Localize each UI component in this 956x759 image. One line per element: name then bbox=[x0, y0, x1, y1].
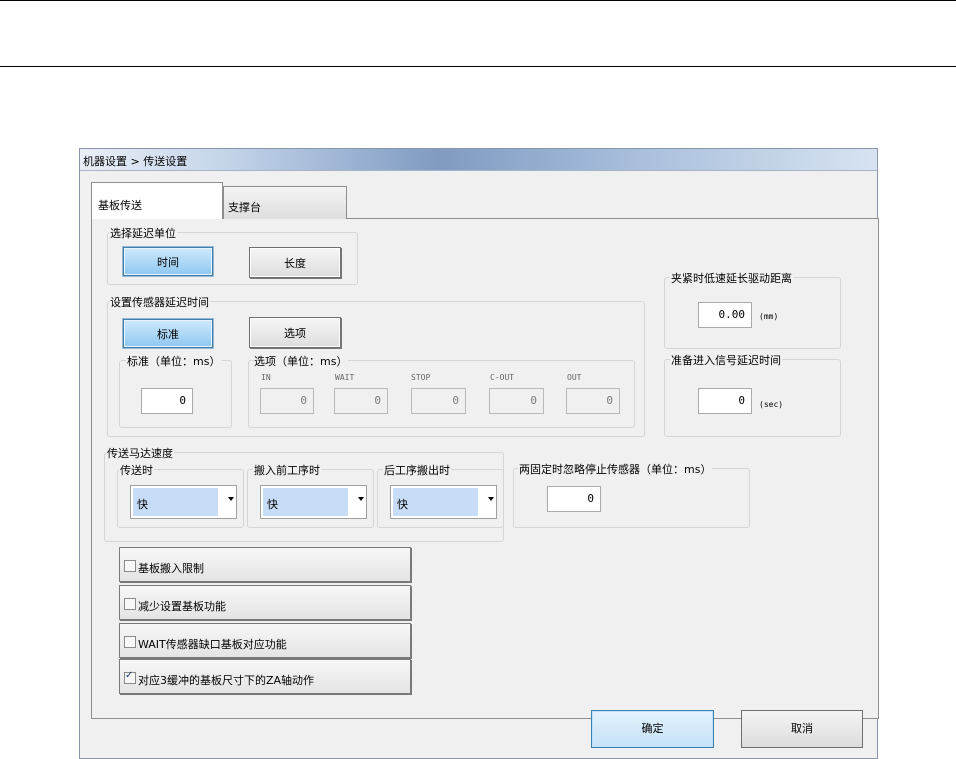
ready-signal-group: 准备进入信号延迟时间 0 (sec) bbox=[664, 352, 841, 437]
page-top-rule bbox=[0, 0, 956, 1]
clamp-distance-group: 夹紧时低速延长驱动距离 0.00 (mm) bbox=[664, 270, 841, 349]
ignore-stop-group: 两固定时忽略停止传感器（单位：ms） 0 bbox=[513, 461, 750, 528]
time-button-label: 时间 bbox=[157, 255, 179, 269]
option-stop-field: 0 bbox=[411, 388, 466, 414]
checkbox-row-reduce-setup[interactable]: 减少设置基板功能 bbox=[119, 585, 411, 620]
speed-transfer-value: 快 bbox=[137, 498, 148, 511]
option-wait-field: 0 bbox=[334, 388, 388, 414]
standard-subgroup-label: 标准（单位：ms） bbox=[126, 353, 222, 369]
option-subgroup: 选项（单位：ms） IN 0 WAIT 0 STOP 0 C-OUT 0 OUT… bbox=[248, 353, 635, 428]
tab-board-transfer[interactable]: 基板传送 bbox=[91, 182, 223, 219]
motor-speed-group: 传送马达速度 传送时 快 搬入前工序时 快 后工序搬出时 快 bbox=[104, 445, 504, 542]
tab-support-table-label: 支撑台 bbox=[228, 201, 261, 214]
ignore-stop-field[interactable]: 0 bbox=[547, 486, 601, 512]
tab-support-table[interactable]: 支撑台 bbox=[223, 186, 347, 219]
checkbox-wait-sensor[interactable] bbox=[124, 636, 136, 648]
speed-transfer-select[interactable]: 快 bbox=[130, 485, 237, 519]
standard-delay-field[interactable]: 0 bbox=[141, 388, 193, 414]
speed-after-label: 后工序搬出时 bbox=[383, 462, 451, 478]
checkbox-reduce-setup-label: 减少设置基板功能 bbox=[138, 600, 226, 613]
dialog-titlebar: 机器设置 > 传送设置 bbox=[80, 149, 877, 171]
checkbox-row-board-limit[interactable]: 基板搬入限制 bbox=[119, 547, 411, 582]
clamp-distance-field[interactable]: 0.00 bbox=[698, 302, 752, 328]
option-button[interactable]: 选项 bbox=[249, 317, 341, 348]
checkbox-za-axis[interactable] bbox=[124, 670, 136, 684]
speed-after-group: 后工序搬出时 快 bbox=[377, 462, 504, 528]
page-header-rule bbox=[0, 66, 956, 67]
speed-before-group: 搬入前工序时 快 bbox=[247, 462, 374, 528]
checkbox-board-limit[interactable] bbox=[124, 560, 136, 572]
checkbox-row-za-axis[interactable]: 对应3缓冲的基板尺寸下的ZA轴动作 bbox=[119, 659, 411, 694]
speed-before-label: 搬入前工序时 bbox=[253, 462, 321, 478]
checkbox-reduce-setup[interactable] bbox=[124, 598, 136, 610]
option-out-field: 0 bbox=[566, 388, 620, 414]
chevron-down-icon bbox=[358, 497, 364, 501]
option-cout-label: C-OUT bbox=[490, 373, 515, 382]
cancel-button-label: 取消 bbox=[791, 722, 813, 735]
standard-subgroup: 标准（单位：ms） 0 bbox=[119, 353, 232, 428]
ignore-stop-label: 两固定时忽略停止传感器（单位：ms） bbox=[518, 461, 713, 477]
delay-unit-group: 选择延迟单位 时间 长度 bbox=[107, 225, 358, 285]
checkbox-za-axis-label: 对应3缓冲的基板尺寸下的ZA轴动作 bbox=[138, 674, 315, 687]
option-stop-label: STOP bbox=[411, 373, 431, 382]
option-in-field: 0 bbox=[260, 388, 314, 414]
ready-signal-unit: (sec) bbox=[759, 400, 784, 409]
transfer-settings-dialog: 机器设置 > 传送设置 基板传送 支撑台 选择延迟单位 时间 长度 设置传感器延… bbox=[79, 148, 879, 759]
ready-signal-field[interactable]: 0 bbox=[698, 388, 752, 414]
time-button[interactable]: 时间 bbox=[123, 247, 213, 276]
checkbox-row-wait-sensor[interactable]: WAIT传感器缺口基板对应功能 bbox=[119, 623, 411, 658]
speed-transfer-label: 传送时 bbox=[119, 462, 154, 478]
length-button[interactable]: 长度 bbox=[249, 247, 341, 278]
ok-button-label: 确定 bbox=[641, 722, 664, 735]
option-subgroup-label: 选项（单位：ms） bbox=[253, 353, 349, 369]
speed-before-select[interactable]: 快 bbox=[260, 485, 367, 519]
option-out-label: OUT bbox=[567, 373, 582, 382]
speed-after-value: 快 bbox=[397, 498, 408, 511]
clamp-distance-label: 夹紧时低速延长驱动距离 bbox=[670, 270, 793, 286]
motor-speed-label: 传送马达速度 bbox=[106, 445, 174, 461]
chevron-down-icon bbox=[228, 497, 234, 501]
option-cout-field: 0 bbox=[489, 388, 544, 414]
dialog-title: 机器设置 > 传送设置 bbox=[83, 155, 188, 168]
delay-unit-label: 选择延迟单位 bbox=[109, 225, 177, 241]
checkbox-board-limit-label: 基板搬入限制 bbox=[138, 562, 204, 575]
option-wait-label: WAIT bbox=[335, 373, 355, 382]
length-button-label: 长度 bbox=[284, 256, 306, 270]
option-button-label: 选项 bbox=[284, 326, 306, 340]
cancel-button[interactable]: 取消 bbox=[741, 710, 863, 748]
tab-board-transfer-label: 基板传送 bbox=[98, 199, 142, 212]
standard-button-label: 标准 bbox=[157, 327, 179, 341]
chevron-down-icon bbox=[488, 497, 494, 501]
speed-transfer-group: 传送时 快 bbox=[117, 462, 244, 528]
checkbox-wait-sensor-label: WAIT传感器缺口基板对应功能 bbox=[138, 638, 287, 651]
ready-signal-label: 准备进入信号延迟时间 bbox=[670, 352, 782, 368]
option-in-label: IN bbox=[261, 373, 271, 382]
speed-before-value: 快 bbox=[267, 498, 278, 511]
ok-button[interactable]: 确定 bbox=[591, 710, 714, 748]
sensor-delay-label: 设置传感器延迟时间 bbox=[109, 294, 210, 310]
speed-after-select[interactable]: 快 bbox=[390, 485, 497, 519]
clamp-distance-unit: (mm) bbox=[759, 312, 779, 321]
tab-page-board-transfer: 选择延迟单位 时间 长度 设置传感器延迟时间 标准 选项 标准（单位：ms） 0… bbox=[91, 218, 879, 719]
sensor-delay-group: 设置传感器延迟时间 标准 选项 标准（单位：ms） 0 选项（单位：ms） IN… bbox=[107, 294, 645, 437]
standard-button[interactable]: 标准 bbox=[123, 319, 213, 348]
